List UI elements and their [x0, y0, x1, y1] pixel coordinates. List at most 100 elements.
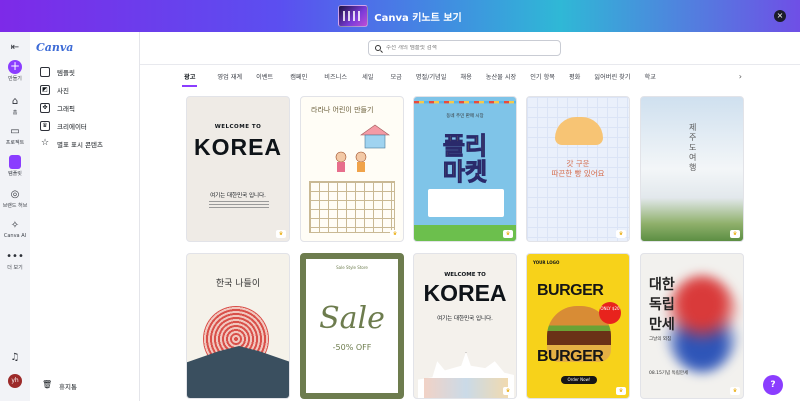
rail-item-canva-ai[interactable]: ✧ Canva AI [0, 218, 30, 240]
template-card-korea[interactable]: WELCOME TO KOREA 여기는 대한민국 입니다. ♛ [186, 96, 290, 242]
template-card-jeju[interactable]: 제주도 여행 ♛ [640, 96, 744, 242]
card-text: 동네 주민 판매 시장 [446, 114, 484, 119]
house-illustration [360, 124, 390, 149]
help-button[interactable]: ? [763, 375, 783, 395]
tab-ads[interactable]: 광고 [181, 72, 198, 87]
template-card-flea-market[interactable]: 동네 주민 판매 시장 플리 마켓 ♛ [413, 96, 517, 242]
bread-illustration [555, 117, 603, 145]
search-box[interactable] [368, 40, 561, 56]
divider [140, 64, 800, 65]
rail-item-projects[interactable]: ▭ 프로젝트 [0, 124, 30, 147]
panel-label-photos: 사진 [57, 87, 69, 95]
panel-label-creators: 크리에이터 [57, 123, 87, 131]
tab-popular[interactable]: 인기 항목 [530, 72, 555, 84]
crown-icon: ♛ [616, 387, 626, 395]
template-card-burger[interactable]: YOUR LOGO BURGER ONLY $20 BURGER Order N… [526, 253, 630, 399]
canva-logo[interactable]: Canva [36, 41, 73, 54]
search-icon [375, 45, 381, 51]
plus-icon: + [8, 59, 22, 74]
template-card-independence[interactable]: 대한 독립 만세 그날의 외침 08.15기념 독립만세 ♛ [640, 253, 744, 399]
panel-item-creators[interactable]: ♛ 크리에이터 [40, 119, 87, 133]
card-title: 라라나 어린이 만들기 [311, 106, 374, 114]
tab-sale[interactable]: 세일 [362, 72, 373, 84]
kids-illustration [335, 151, 367, 172]
tab-peace[interactable]: 평화 [569, 72, 580, 84]
notifications-button[interactable]: ♫ [0, 350, 30, 364]
bell-icon: ♫ [10, 351, 20, 363]
rail-item-more[interactable]: ••• 더 보기 [0, 249, 30, 272]
account-button[interactable]: yh [0, 374, 30, 388]
home-icon: ⌂ [11, 95, 19, 107]
ai-icon: ✧ [10, 219, 20, 231]
tab-lost-found[interactable]: 잃어버린 찾기 [594, 72, 630, 84]
template-card-sale[interactable]: Sale Style Store Sale -50% OFF [300, 253, 404, 399]
left-rail: ⇤ + 만들기 ⌂ 홈 ▭ 프로젝트 템플릿 ◎ 브랜드 허브 ✧ Canva … [0, 32, 30, 401]
bunting-flags [414, 101, 516, 104]
card-title: 만세 [649, 317, 675, 333]
template-card-korea-trip[interactable]: 한국 나들이 [186, 253, 290, 399]
card-subtitle: 여기는 대한민국 입니다. [210, 193, 266, 199]
graphic-icon: ✤ [40, 103, 50, 113]
trash-label: 휴지통 [59, 383, 77, 391]
tab-hiring[interactable]: 채용 [460, 72, 471, 84]
star-icon: ☆ [40, 138, 50, 148]
crown-icon: ♛ [730, 387, 740, 395]
photo-icon: ◩ [40, 85, 50, 95]
template-card-drawing[interactable]: 라라나 어린이 만들기 ♛ [300, 96, 404, 242]
panel-item-starred[interactable]: ☆ 별표 표시 콘텐츠 [40, 137, 103, 151]
create-button[interactable]: + 만들기 [0, 60, 30, 82]
trash-button[interactable]: 🗑 휴지통 [42, 381, 77, 392]
tab-event[interactable]: 이벤트 [256, 72, 273, 84]
card-title: KOREA [193, 134, 283, 160]
rail-label-create: 만들기 [8, 76, 22, 82]
rail-label-templates: 템플릿 [8, 171, 22, 177]
avatar: yh [8, 374, 22, 388]
rail-item-brand[interactable]: ◎ 브랜드 허브 [0, 187, 30, 210]
card-title: Sale [319, 301, 385, 336]
tab-holiday[interactable]: 명절/기념일 [416, 72, 447, 84]
city-color [424, 378, 508, 398]
rail-label-projects: 프로젝트 [5, 140, 25, 146]
card-title: BURGER [537, 348, 604, 365]
banner-title: Canva 키노트 보기 [374, 12, 462, 24]
crown-icon: ♛ [503, 230, 513, 238]
card-subtitle: -50% OFF [332, 343, 372, 352]
sidebar-toggle-icon: ⇤ [10, 41, 20, 53]
card-subtitle: 그날의 외침 [649, 337, 672, 342]
template-card-bakery[interactable]: 갓 구운 따끈한 빵 있어요 ♛ [526, 96, 630, 242]
search-input[interactable] [386, 45, 556, 51]
template-icon [9, 155, 21, 169]
category-tabs: 광고 영업 재계 이벤트 캠페인 비즈니스 세일 모금 명절/기념일 채용 농산… [181, 72, 656, 87]
folder-icon: ▭ [10, 125, 20, 137]
creator-icon: ♛ [40, 121, 50, 131]
panel-item-photos[interactable]: ◩ 사진 [40, 83, 69, 97]
tab-farmers-market[interactable]: 농산물 시장 [486, 72, 516, 84]
card-text: Sale Style Store [336, 265, 368, 270]
panel-item-graphics[interactable]: ✤ 그래픽 [40, 101, 75, 115]
panel-item-templates[interactable]: 템플릿 [40, 65, 75, 79]
rail-label-brand: 브랜드 허브 [2, 203, 28, 209]
close-icon[interactable]: × [774, 10, 786, 22]
rail-item-home[interactable]: ⌂ 홈 [0, 94, 30, 117]
side-panel: Canva 템플릿 ◩ 사진 ✤ 그래픽 ♛ 크리에이터 ☆ 별표 표시 콘텐츠… [30, 32, 140, 401]
crown-icon: ♛ [730, 230, 740, 238]
more-icon: ••• [6, 250, 24, 262]
card-title: KOREA [423, 280, 507, 306]
main-content: 광고 영업 재계 이벤트 캠페인 비즈니스 세일 모금 명절/기념일 채용 농산… [140, 32, 800, 401]
rail-item-templates[interactable]: 템플릿 [0, 155, 30, 177]
tab-campaign[interactable]: 캠페인 [290, 72, 307, 84]
top-banner[interactable]: Canva 키노트 보기 × [0, 0, 800, 32]
price-badge: ONLY $20 [599, 302, 621, 324]
panel-label-graphics: 그래픽 [57, 105, 75, 113]
tab-fundraising[interactable]: 모금 [390, 72, 401, 84]
card-subtitle: 여기는 대한민국 입니다. [437, 316, 493, 322]
card-text: YOUR LOGO [533, 260, 560, 265]
tab-school[interactable]: 학교 [645, 72, 656, 84]
collapse-menu-button[interactable]: ⇤ [0, 40, 30, 54]
tab-business[interactable]: 비즈니스 [324, 72, 347, 84]
card-text: WELCOME TO [444, 272, 486, 278]
chevron-right-icon[interactable]: › [739, 72, 742, 81]
tab-business-reopen[interactable]: 영업 재계 [217, 72, 242, 84]
rail-label-ai: Canva AI [3, 233, 27, 239]
template-card-korea-city[interactable]: WELCOME TO KOREA 여기는 대한민국 입니다. ♛ [413, 253, 517, 399]
